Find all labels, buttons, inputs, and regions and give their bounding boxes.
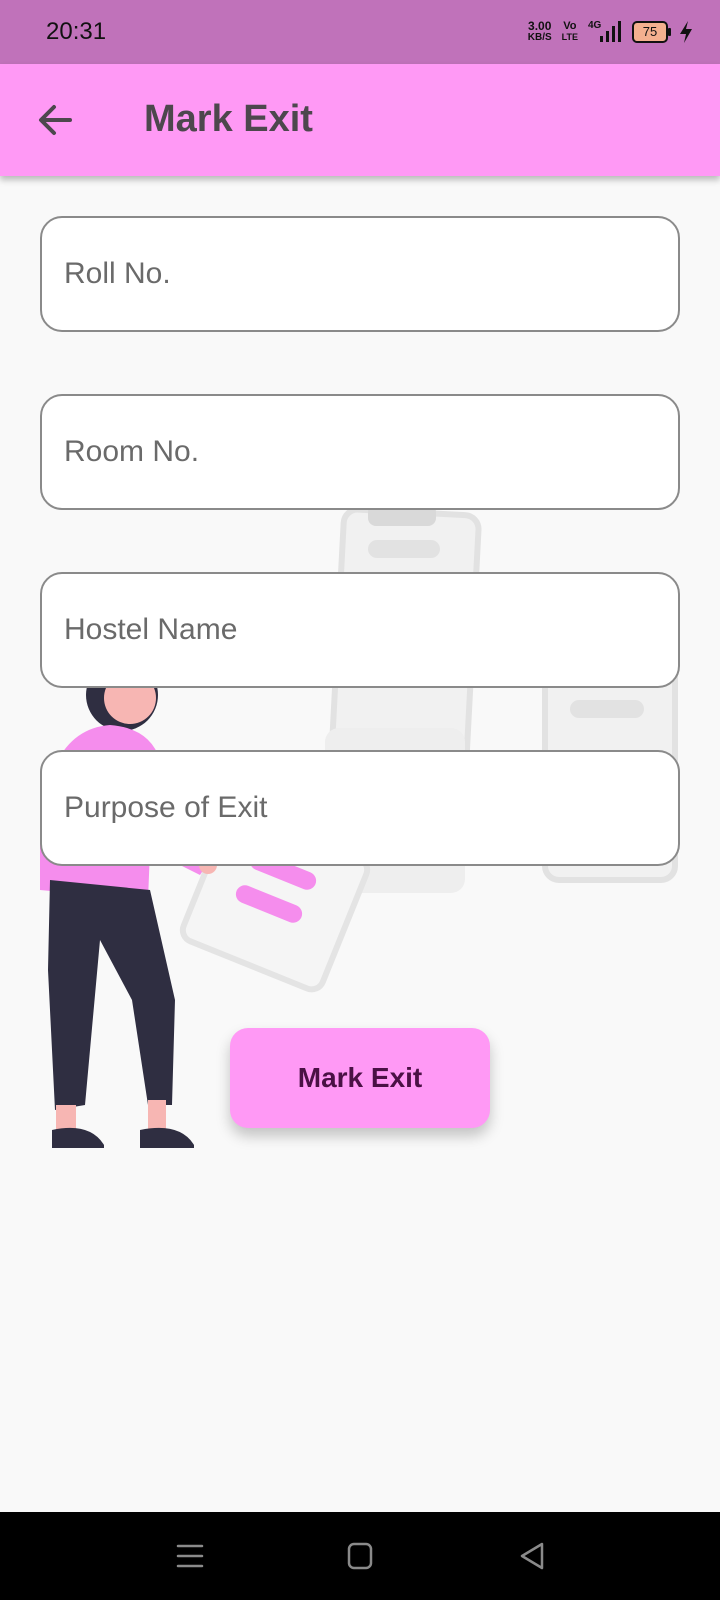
page-title: Mark Exit: [144, 98, 313, 140]
network-speed: 3.00 KB/S: [527, 19, 552, 43]
status-bar: 20:31 3.00 KB/S Vo LTE 4G 75: [0, 0, 720, 64]
room-no-field[interactable]: [40, 394, 680, 510]
signal-icon: 4G: [588, 20, 622, 44]
battery-icon: 75: [632, 21, 671, 43]
app-bar: Mark Exit: [0, 64, 720, 176]
back-button[interactable]: [30, 94, 82, 146]
room-no-input[interactable]: [42, 396, 678, 508]
navigation-bar: [0, 1512, 720, 1600]
mark-exit-button[interactable]: Mark Exit: [230, 1028, 490, 1128]
roll-no-input[interactable]: [42, 218, 678, 330]
roll-no-field[interactable]: [40, 216, 680, 332]
purpose-of-exit-input[interactable]: [42, 752, 678, 864]
status-time: 20:31: [46, 18, 107, 45]
back-icon[interactable]: [512, 1538, 552, 1574]
hostel-name-field[interactable]: [40, 572, 680, 688]
arrow-left-icon: [39, 105, 72, 135]
status-icons: 3.00 KB/S Vo LTE 4G 75: [528, 18, 694, 46]
hostel-name-input[interactable]: [42, 574, 678, 686]
home-icon[interactable]: [340, 1538, 380, 1574]
purpose-of-exit-field[interactable]: [40, 750, 680, 866]
menu-icon[interactable]: [170, 1538, 210, 1574]
volte-indicator: Vo LTE: [561, 20, 578, 43]
charging-icon: [680, 21, 692, 43]
